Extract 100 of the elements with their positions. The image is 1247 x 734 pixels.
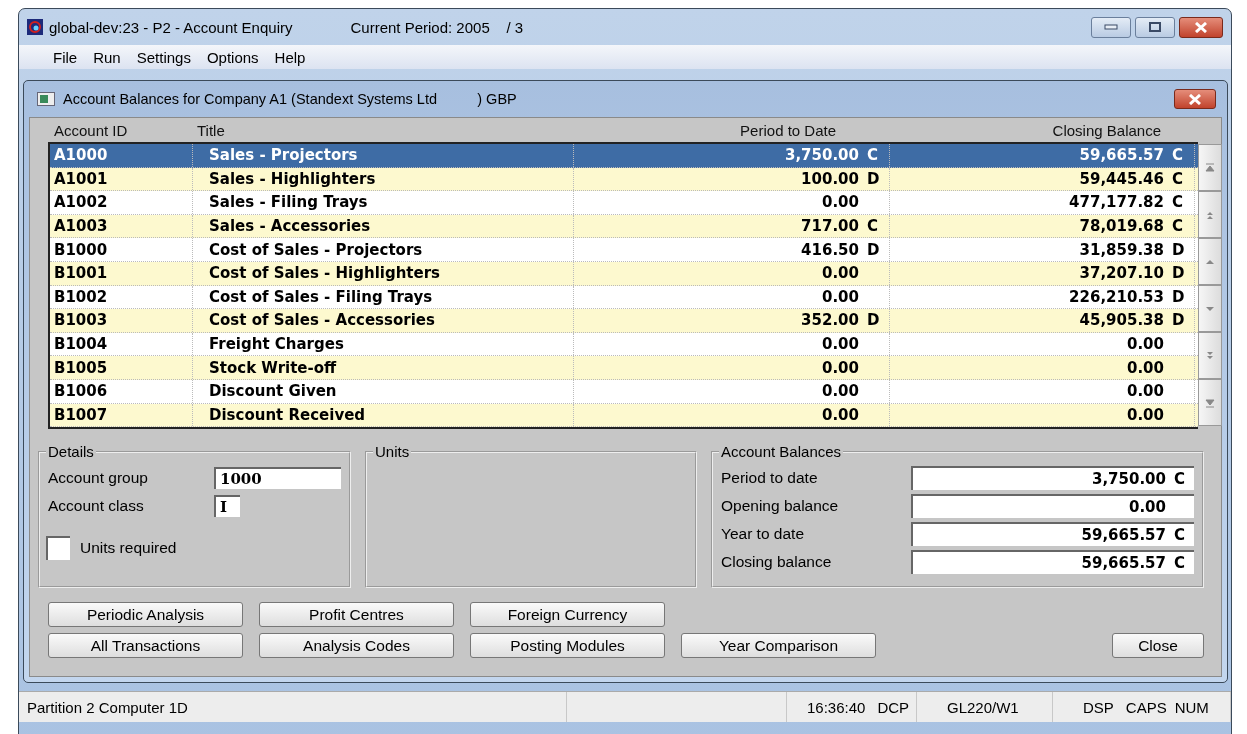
scroll-button[interactable] bbox=[1198, 191, 1222, 238]
table-cell: 477,177.82 bbox=[1069, 193, 1164, 212]
table-cell: B1005 bbox=[50, 356, 193, 379]
checkbox[interactable] bbox=[46, 536, 70, 561]
table-cell: 3,750.00 bbox=[784, 146, 859, 165]
group-title: Account Balances bbox=[720, 443, 843, 461]
table-cell: 226,210.53 bbox=[1069, 287, 1164, 306]
scroll-button[interactable] bbox=[1198, 144, 1222, 191]
table-cell: A1002 bbox=[50, 191, 193, 214]
table-row[interactable]: A1001 Sales - Highlighters 100.00 D 59,445.46 C bbox=[50, 167, 1198, 192]
table-cell: B1002 bbox=[50, 285, 193, 309]
table-row[interactable]: B1002 Cost of Sales - Filing Trays 0.00 226,210.53 D bbox=[50, 285, 1198, 310]
action-button[interactable]: Profit Centres bbox=[259, 602, 454, 628]
debit-credit-mark: D bbox=[867, 240, 880, 259]
table-row[interactable]: B1007 Discount Received 0.00 0.00 bbox=[50, 403, 1198, 428]
field-label: Opening balance bbox=[721, 497, 840, 516]
table-row[interactable]: A1003 Sales - Accessories 717.00 C 78,019.68 C bbox=[50, 214, 1198, 239]
column-header: Account ID bbox=[54, 121, 129, 139]
table-cell: Stock Write-off bbox=[193, 356, 574, 379]
scroll-button[interactable] bbox=[1198, 379, 1222, 426]
checkbox-label: Units required bbox=[80, 539, 177, 558]
debit-credit-mark: D bbox=[1172, 240, 1185, 259]
table-row[interactable]: A1000 Sales - Projectors 3,750.00 C 59,665.57 C bbox=[50, 144, 1198, 168]
table-cell: Freight Charges bbox=[193, 332, 574, 356]
window-title: global-dev:23 - P2 - Account Enquiry bbox=[49, 18, 293, 36]
table-cell: B1004 bbox=[50, 332, 193, 356]
table-row[interactable]: B1003 Cost of Sales - Accessories 352.00 D 45,905.38 D bbox=[50, 309, 1198, 333]
scroll-button[interactable] bbox=[1198, 332, 1222, 379]
table-cell: 0.00 bbox=[822, 193, 859, 212]
table-cell: 59,445.46 bbox=[1079, 169, 1164, 188]
table-cell: 416.50 bbox=[801, 240, 859, 259]
action-button[interactable]: Periodic Analysis bbox=[48, 602, 243, 628]
table-cell: 0.00 bbox=[1127, 358, 1164, 377]
minimize-button[interactable] bbox=[1091, 16, 1131, 38]
table-cell: 352.00 bbox=[801, 311, 859, 330]
scroll-button[interactable] bbox=[1198, 285, 1222, 332]
table-row[interactable]: B1001 Cost of Sales - Highlighters 0.00 37,207.10 D bbox=[50, 261, 1198, 286]
close-button[interactable] bbox=[1179, 16, 1223, 38]
field-label: Year to date bbox=[721, 525, 806, 544]
action-button[interactable]: Posting Modules bbox=[470, 633, 665, 659]
dialog-title: Account Balances for Company A1 (Standext Systems Ltd ) GBP bbox=[63, 91, 517, 107]
table-cell: Cost of Sales - Accessories bbox=[193, 309, 574, 332]
table-cell: Sales - Highlighters bbox=[193, 167, 574, 191]
amount-field: 59,665.57 C bbox=[911, 550, 1194, 575]
debit-credit-mark: D bbox=[867, 311, 880, 330]
menu-item[interactable]: File bbox=[45, 48, 86, 66]
debit-credit-mark: D bbox=[1172, 264, 1185, 283]
status-text: Partition 2 Computer 1D bbox=[19, 692, 567, 722]
menu-item[interactable]: Options bbox=[198, 48, 267, 66]
table-cell: B1006 bbox=[50, 379, 193, 403]
column-header: Closing Balance bbox=[1051, 121, 1162, 139]
scroll-button[interactable] bbox=[1198, 238, 1222, 285]
table-row[interactable]: B1004 Freight Charges 0.00 0.00 bbox=[50, 332, 1198, 357]
minimize-icon bbox=[1104, 24, 1118, 30]
column-header: Period to Date bbox=[739, 121, 837, 139]
table-row[interactable]: B1005 Stock Write-off 0.00 0.00 bbox=[50, 356, 1198, 380]
table-cell: 717.00 bbox=[801, 217, 859, 236]
group-title: Units bbox=[374, 443, 411, 461]
amount-field: 0.00 bbox=[911, 494, 1194, 519]
table-cell: 59,665.57 bbox=[1079, 146, 1164, 165]
table-cell: A1000 bbox=[50, 144, 193, 167]
status-text: CAPS bbox=[1125, 698, 1167, 716]
input-field[interactable]: 1000 bbox=[214, 467, 341, 490]
table-cell: 100.00 bbox=[801, 169, 859, 188]
menu-item[interactable]: Run bbox=[85, 48, 129, 66]
table-cell: 37,207.10 bbox=[1079, 264, 1164, 283]
amount-field: 3,750.00 C bbox=[911, 466, 1194, 491]
maximize-icon bbox=[1149, 22, 1161, 32]
field-label: Account group bbox=[48, 469, 149, 488]
table-cell: 0.00 bbox=[1127, 405, 1164, 424]
action-button[interactable]: Foreign Currency bbox=[470, 602, 665, 628]
action-button[interactable]: Analysis Codes bbox=[259, 633, 454, 659]
table-cell: Cost of Sales - Filing Trays bbox=[193, 285, 574, 309]
debit-credit-mark: D bbox=[1172, 287, 1185, 306]
menu-item[interactable]: Help bbox=[266, 48, 314, 66]
table-cell: 0.00 bbox=[822, 405, 859, 424]
table-cell: 0.00 bbox=[822, 264, 859, 283]
amount-field: 59,665.57 C bbox=[911, 522, 1194, 547]
close-button[interactable] bbox=[1174, 89, 1216, 109]
table-cell: B1003 bbox=[50, 309, 193, 332]
input-field[interactable]: I bbox=[214, 495, 240, 518]
action-button[interactable]: Year Comparison bbox=[681, 633, 876, 659]
action-button[interactable]: All Transactions bbox=[48, 633, 243, 659]
close-icon bbox=[1194, 21, 1208, 33]
scroll-top-icon bbox=[1205, 162, 1215, 173]
window-icon bbox=[37, 92, 55, 106]
close-button[interactable]: Close bbox=[1112, 633, 1204, 659]
maximize-button[interactable] bbox=[1135, 16, 1175, 38]
table-cell: 45,905.38 bbox=[1079, 311, 1164, 330]
field-label: Period to date bbox=[721, 469, 819, 488]
table-row[interactable]: B1000 Cost of Sales - Projectors 416.50 D 31,859.38 D bbox=[50, 238, 1198, 262]
menu-item[interactable]: Settings bbox=[128, 48, 199, 66]
close-icon bbox=[1188, 93, 1202, 105]
table-row[interactable]: A1002 Sales - Filing Trays 0.00 477,177.82 C bbox=[50, 191, 1198, 215]
group-title: Details bbox=[47, 443, 95, 461]
table-row[interactable]: B1006 Discount Given 0.00 0.00 bbox=[50, 379, 1198, 404]
table-cell: Discount Given bbox=[193, 379, 574, 403]
table-cell: 0.00 bbox=[822, 382, 859, 401]
table-cell: A1003 bbox=[50, 214, 193, 238]
scroll-bottom-icon bbox=[1205, 397, 1215, 408]
